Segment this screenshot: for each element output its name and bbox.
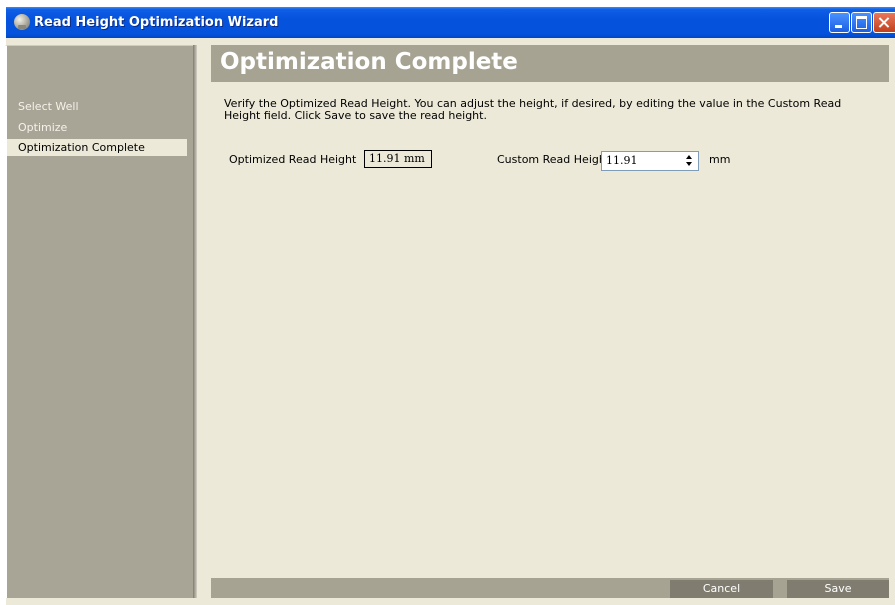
page-title: Optimization Complete bbox=[220, 49, 518, 75]
custom-read-height-input[interactable]: 11.91 bbox=[606, 154, 638, 167]
custom-read-height-spinner[interactable]: 11.91 bbox=[601, 151, 699, 171]
title-bar[interactable]: Read Height Optimization Wizard bbox=[6, 7, 895, 38]
minimize-icon[interactable] bbox=[829, 12, 850, 33]
maximize-icon[interactable] bbox=[851, 12, 872, 33]
sidebar-splitter bbox=[193, 45, 197, 598]
step-optimize[interactable]: Optimize bbox=[7, 119, 182, 136]
close-icon[interactable] bbox=[873, 12, 895, 33]
save-button[interactable]: Save bbox=[787, 580, 889, 598]
custom-read-height-label: Custom Read Height bbox=[497, 153, 611, 166]
unit-label: mm bbox=[709, 153, 731, 166]
spin-up-icon[interactable] bbox=[683, 153, 696, 161]
step-optimization-complete[interactable]: Optimization Complete bbox=[7, 139, 187, 156]
spinner-buttons bbox=[683, 153, 696, 169]
optimized-read-height-value: 11.91 mm bbox=[364, 150, 432, 168]
spin-down-icon[interactable] bbox=[683, 161, 696, 169]
wizard-steps-sidebar: Select Well Optimize Optimization Comple… bbox=[5, 45, 195, 598]
page-header: Optimization Complete bbox=[211, 45, 889, 82]
step-select-well[interactable]: Select Well bbox=[7, 98, 182, 115]
window-title: Read Height Optimization Wizard bbox=[34, 15, 279, 30]
instructions-text: Verify the Optimized Read Height. You ca… bbox=[224, 97, 842, 122]
optimized-read-height-label: Optimized Read Height bbox=[229, 153, 357, 166]
cancel-button[interactable]: Cancel bbox=[670, 580, 773, 598]
disc-icon bbox=[14, 14, 30, 30]
